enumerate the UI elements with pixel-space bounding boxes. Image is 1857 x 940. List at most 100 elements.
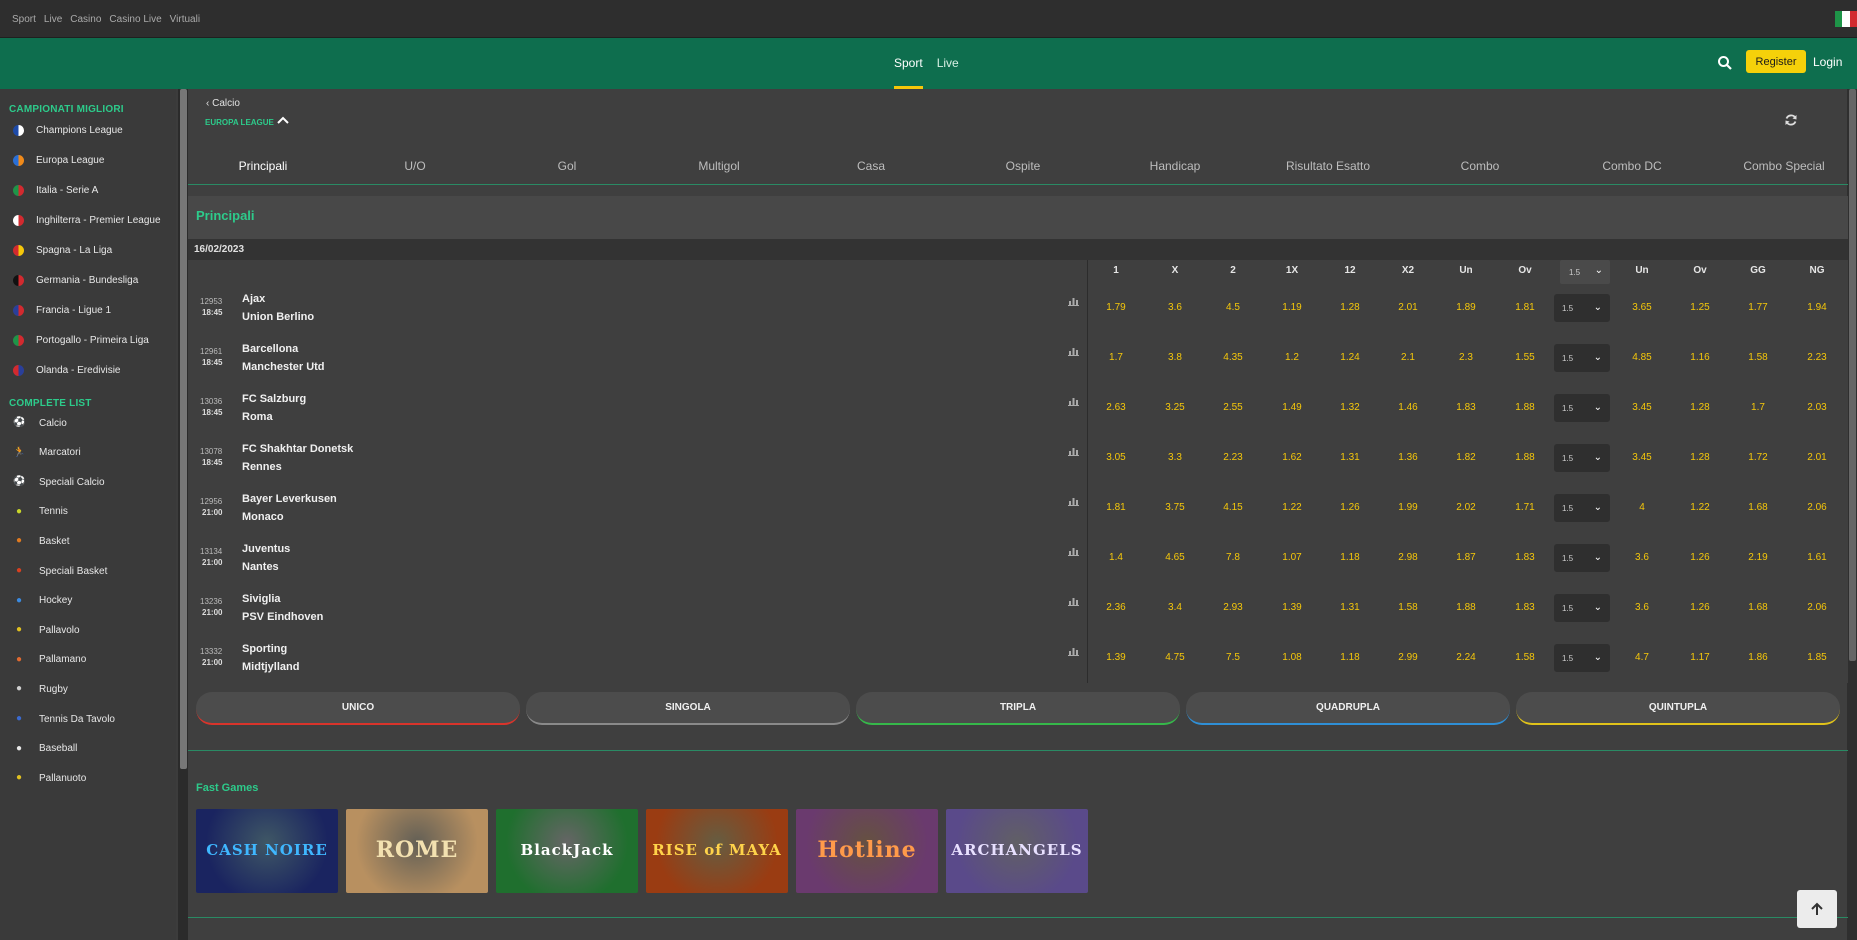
- odds-value[interactable]: 7.5: [1226, 652, 1240, 663]
- odds-value[interactable]: 1.87: [1456, 552, 1475, 563]
- odds-value[interactable]: 2.23: [1223, 452, 1242, 463]
- odds-value[interactable]: 1.81: [1106, 502, 1125, 513]
- threshold-select[interactable]: 1.5 ⌄: [1554, 294, 1610, 322]
- sidebar-item-league[interactable]: Champions League: [0, 115, 176, 145]
- odds-value[interactable]: 3.8: [1168, 352, 1182, 363]
- away-team[interactable]: Rennes: [242, 461, 282, 473]
- away-team[interactable]: Nantes: [242, 561, 279, 573]
- odds-value[interactable]: 1.24: [1340, 352, 1359, 363]
- odds-value[interactable]: 1.85: [1807, 652, 1826, 663]
- sidebar-item-sport[interactable]: ● Pallavolo: [0, 615, 176, 645]
- sidebar-item-sport[interactable]: ● Hockey: [0, 586, 176, 616]
- sidebar-item-sport[interactable]: ● Tennis Da Tavolo: [0, 704, 176, 734]
- odds-value[interactable]: 1.08: [1282, 652, 1301, 663]
- odds-value[interactable]: 1.81: [1515, 302, 1534, 313]
- scroll-to-top-button[interactable]: [1797, 890, 1837, 928]
- home-team[interactable]: FC Shakhtar Donetsk: [242, 443, 353, 455]
- odds-value[interactable]: 1.58: [1515, 652, 1534, 663]
- threshold-select[interactable]: 1.5 ⌄: [1554, 394, 1610, 422]
- stats-chart-icon[interactable]: [1068, 646, 1079, 656]
- odds-value[interactable]: 3.6: [1635, 552, 1649, 563]
- odds-value[interactable]: 2.98: [1398, 552, 1417, 563]
- register-button[interactable]: Register: [1746, 50, 1806, 73]
- market-tab[interactable]: Casa: [857, 159, 885, 173]
- sidebar-item-league[interactable]: Europa League: [0, 145, 176, 175]
- sidebar-item-sport[interactable]: ⚽ Speciali Calcio: [0, 467, 176, 497]
- odds-value[interactable]: 1.31: [1340, 602, 1359, 613]
- sidebar-item-sport[interactable]: ● Speciali Basket: [0, 556, 176, 586]
- odds-value[interactable]: 1.22: [1690, 502, 1709, 513]
- odds-value[interactable]: 3.65: [1632, 302, 1651, 313]
- tab-sport[interactable]: Sport: [894, 56, 923, 89]
- home-team[interactable]: Bayer Leverkusen: [242, 493, 337, 505]
- odds-value[interactable]: 1.94: [1807, 302, 1826, 313]
- odds-value[interactable]: 1.58: [1748, 352, 1767, 363]
- top-link[interactable]: Live: [44, 14, 62, 25]
- odds-value[interactable]: 4.85: [1632, 352, 1651, 363]
- sidebar-item-league[interactable]: Olanda - Eredivisie: [0, 355, 176, 385]
- sidebar-item-sport[interactable]: ● Pallamano: [0, 645, 176, 675]
- sidebar-item-league[interactable]: Italia - Serie A: [0, 175, 176, 205]
- market-tab[interactable]: Gol: [558, 159, 577, 173]
- top-link[interactable]: Casino: [70, 14, 101, 25]
- odds-value[interactable]: 4.15: [1223, 502, 1242, 513]
- odds-value[interactable]: 2.36: [1106, 602, 1125, 613]
- market-tab[interactable]: Handicap: [1150, 159, 1201, 173]
- odds-value[interactable]: 1.72: [1748, 452, 1767, 463]
- threshold-select[interactable]: 1.5 ⌄: [1554, 344, 1610, 372]
- sidebar-scrollbar-thumb[interactable]: [180, 89, 187, 769]
- top-link[interactable]: Sport: [12, 14, 36, 25]
- home-team[interactable]: Juventus: [242, 543, 290, 555]
- search-icon[interactable]: [1717, 55, 1733, 71]
- odds-value[interactable]: 1.7: [1751, 402, 1765, 413]
- home-team[interactable]: Barcellona: [242, 343, 298, 355]
- sidebar-item-league[interactable]: Inghilterra - Premier League: [0, 205, 176, 235]
- odds-value[interactable]: 3.3: [1168, 452, 1182, 463]
- odds-value[interactable]: 1.79: [1106, 302, 1125, 313]
- odds-value[interactable]: 3.45: [1632, 452, 1651, 463]
- odds-value[interactable]: 1.49: [1282, 402, 1301, 413]
- odds-value[interactable]: 4.7: [1635, 652, 1649, 663]
- odds-value[interactable]: 2.01: [1807, 452, 1826, 463]
- threshold-select[interactable]: 1.5 ⌄: [1554, 644, 1610, 672]
- home-team[interactable]: Ajax: [242, 293, 265, 305]
- market-tab[interactable]: Risultato Esatto: [1286, 159, 1370, 173]
- threshold-select[interactable]: 1.5 ⌄: [1554, 494, 1610, 522]
- odds-value[interactable]: 1.32: [1340, 402, 1359, 413]
- login-button[interactable]: Login: [1813, 55, 1842, 69]
- market-tab[interactable]: U/O: [404, 159, 425, 173]
- market-tab[interactable]: Combo Special: [1743, 159, 1824, 173]
- away-team[interactable]: Midtjylland: [242, 661, 299, 673]
- odds-value[interactable]: 1.88: [1515, 452, 1534, 463]
- odds-value[interactable]: 1.26: [1690, 602, 1709, 613]
- odds-value[interactable]: 1.31: [1340, 452, 1359, 463]
- stats-chart-icon[interactable]: [1068, 296, 1079, 306]
- game-thumbnail[interactable]: CASH NOIRE: [196, 809, 338, 893]
- odds-value[interactable]: 2.63: [1106, 402, 1125, 413]
- sidebar-item-sport[interactable]: ● Basket: [0, 526, 176, 556]
- odds-value[interactable]: 1.83: [1515, 602, 1534, 613]
- stats-chart-icon[interactable]: [1068, 346, 1079, 356]
- market-tab[interactable]: Multigol: [698, 159, 739, 173]
- odds-value[interactable]: 2.55: [1223, 402, 1242, 413]
- odds-value[interactable]: 4: [1639, 502, 1645, 513]
- odds-value[interactable]: 3.05: [1106, 452, 1125, 463]
- odds-value[interactable]: 1.83: [1515, 552, 1534, 563]
- odds-value[interactable]: 1.18: [1340, 552, 1359, 563]
- market-tab[interactable]: Combo: [1461, 159, 1500, 173]
- top-link[interactable]: Virtuali: [170, 14, 200, 25]
- odds-value[interactable]: 3.6: [1168, 302, 1182, 313]
- odds-value[interactable]: 1.39: [1106, 652, 1125, 663]
- odds-value[interactable]: 2.03: [1807, 402, 1826, 413]
- odds-value[interactable]: 1.55: [1515, 352, 1534, 363]
- home-team[interactable]: Siviglia: [242, 593, 281, 605]
- odds-value[interactable]: 3.75: [1165, 502, 1184, 513]
- market-tab[interactable]: Ospite: [1006, 159, 1041, 173]
- odds-value[interactable]: 1.4: [1109, 552, 1123, 563]
- bet-type-button[interactable]: QUADRUPLA: [1186, 692, 1510, 725]
- odds-value[interactable]: 1.26: [1690, 552, 1709, 563]
- odds-value[interactable]: 2.02: [1456, 502, 1475, 513]
- page-scrollbar-thumb[interactable]: [1849, 89, 1856, 661]
- odds-value[interactable]: 1.17: [1690, 652, 1709, 663]
- odds-value[interactable]: 4.75: [1165, 652, 1184, 663]
